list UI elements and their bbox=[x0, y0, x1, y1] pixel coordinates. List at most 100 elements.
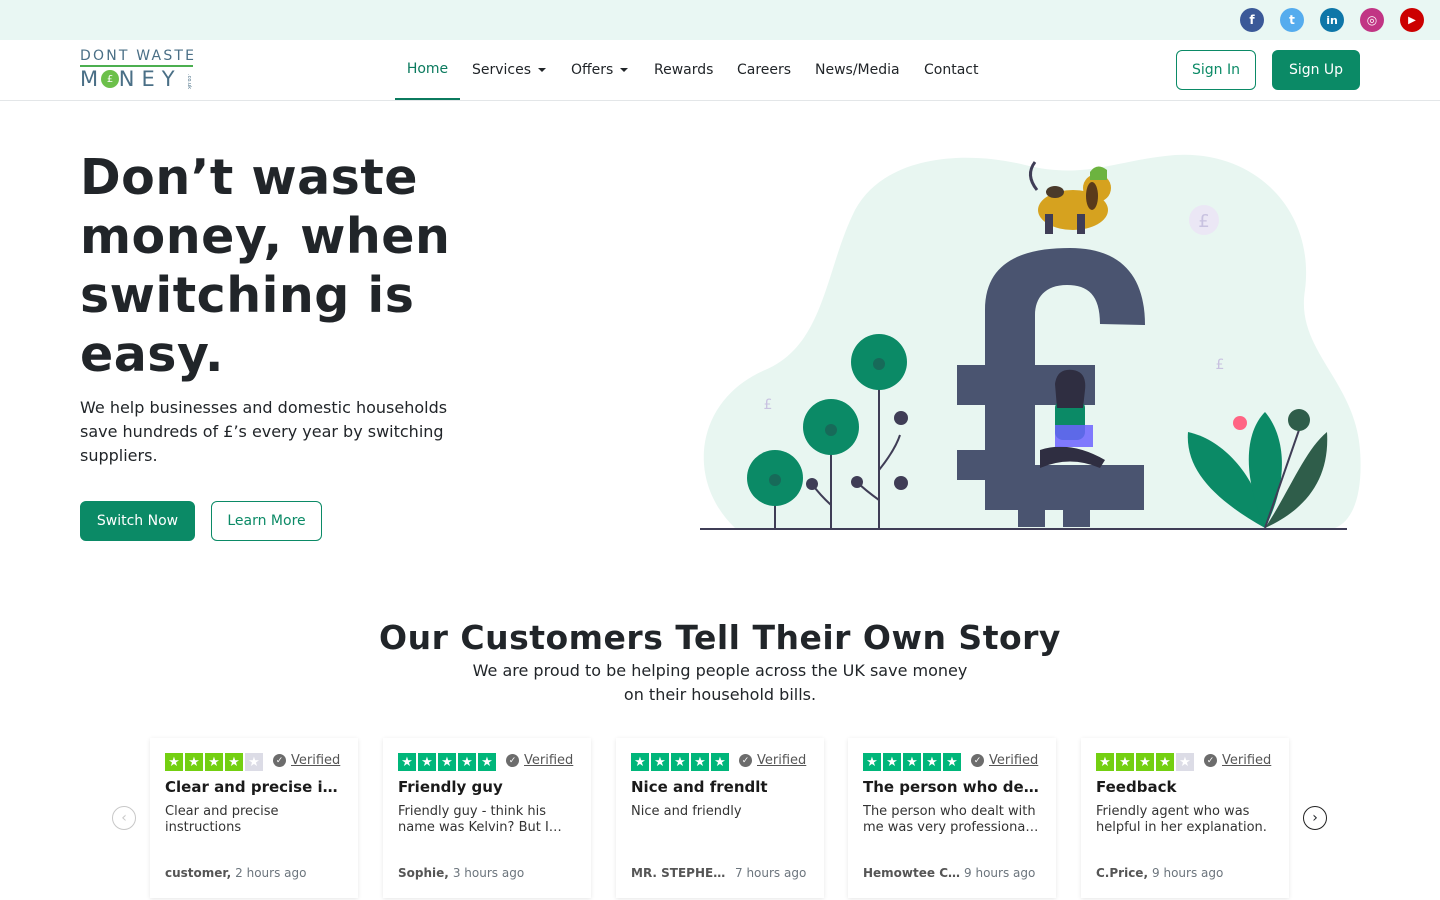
nav-home[interactable]: Home bbox=[395, 40, 460, 100]
nav-contact[interactable]: Contact bbox=[924, 40, 978, 100]
verified-badge: ✓ Verified bbox=[1204, 753, 1271, 768]
pound-coin-icon: £ bbox=[101, 70, 119, 88]
verified-link[interactable]: Verified bbox=[1222, 753, 1271, 768]
check-icon: ✓ bbox=[1204, 754, 1217, 767]
star-filled-icon: ★ bbox=[1096, 753, 1114, 771]
star-filled-icon: ★ bbox=[165, 753, 183, 771]
learn-more-button[interactable]: Learn More bbox=[211, 501, 322, 541]
star-filled-icon: ★ bbox=[458, 753, 476, 771]
chevron-down-icon bbox=[620, 68, 629, 72]
review-card[interactable]: ★ ★ ★ ★ ★ ✓ Verified Clear and precise in… Cl… bbox=[150, 738, 358, 898]
review-time: 9 hours ago bbox=[964, 866, 1036, 880]
site-logo[interactable]: DONT WASTE M NEY £ .co.uk bbox=[80, 48, 196, 92]
chevron-down-icon bbox=[538, 68, 547, 72]
nav-services-label: Services bbox=[472, 62, 532, 78]
check-icon: ✓ bbox=[273, 754, 286, 767]
review-title: Nice and frendlt bbox=[631, 778, 768, 796]
sign-in-button[interactable]: Sign In bbox=[1176, 50, 1256, 90]
coin-icon: £ bbox=[1216, 357, 1225, 373]
testimonials-subtitle: We are proud to be helping people across… bbox=[472, 661, 968, 704]
facebook-icon[interactable]: f bbox=[1240, 8, 1264, 32]
verified-link[interactable]: Verified bbox=[524, 753, 573, 768]
star-filled-icon: ★ bbox=[225, 753, 243, 771]
star-rating: ★ ★ ★ ★ ★ bbox=[165, 753, 263, 771]
nav-home-label: Home bbox=[406, 61, 449, 77]
sign-up-button[interactable]: Sign Up bbox=[1272, 50, 1360, 90]
star-filled-icon: ★ bbox=[1116, 753, 1134, 771]
review-author: customer, bbox=[165, 866, 232, 880]
review-card[interactable]: ★ ★ ★ ★ ★ ✓ Verified Nice and frendlt Nice an… bbox=[616, 738, 824, 898]
logo-line-2: M NEY bbox=[80, 67, 182, 91]
star-rating: ★ ★ ★ ★ ★ bbox=[631, 753, 729, 771]
review-footer: Sophie, 3 hours ago bbox=[398, 866, 580, 880]
star-filled-icon: ★ bbox=[1136, 753, 1154, 771]
check-icon: ✓ bbox=[739, 754, 752, 767]
star-empty-icon: ★ bbox=[245, 753, 263, 771]
review-body: Nice and friendly bbox=[631, 804, 742, 819]
review-footer: MR. STEPHEN… 7 hours ago bbox=[631, 866, 813, 880]
review-author: Hemowtee C… bbox=[863, 866, 961, 880]
review-author: MR. STEPHEN… bbox=[631, 866, 731, 880]
hero-illustration: £ £ £ bbox=[700, 154, 1361, 530]
nav-services[interactable]: Services bbox=[472, 40, 547, 100]
hero-subtitle: We help businesses and domestic househol… bbox=[80, 398, 448, 465]
review-time: 2 hours ago bbox=[235, 866, 307, 880]
check-icon: ✓ bbox=[971, 754, 984, 767]
nav-offers-label: Offers bbox=[571, 62, 614, 78]
star-filled-icon: ★ bbox=[883, 753, 901, 771]
star-filled-icon: ★ bbox=[903, 753, 921, 771]
carousel-prev-button[interactable]: ‹ bbox=[112, 806, 136, 830]
star-rating: ★ ★ ★ ★ ★ bbox=[1096, 753, 1194, 771]
testimonials-title: Our Customers Tell Their Own Story bbox=[379, 618, 1061, 657]
verified-link[interactable]: Verified bbox=[757, 753, 806, 768]
hero-title: Don’t waste money, when switching is eas… bbox=[80, 149, 451, 383]
star-filled-icon: ★ bbox=[478, 753, 496, 771]
review-time: 7 hours ago bbox=[735, 866, 807, 880]
verified-badge: ✓ Verified bbox=[971, 753, 1038, 768]
star-filled-icon: ★ bbox=[711, 753, 729, 771]
verified-badge: ✓ Verified bbox=[739, 753, 806, 768]
nav-news-media[interactable]: News/Media bbox=[815, 40, 900, 100]
star-empty-icon: ★ bbox=[1176, 753, 1194, 771]
coin-icon: £ bbox=[764, 397, 773, 413]
nav-careers[interactable]: Careers bbox=[737, 40, 791, 100]
nav-rewards[interactable]: Rewards bbox=[654, 40, 713, 100]
review-body: Friendly guy - think his name was Kelvin… bbox=[398, 804, 562, 835]
logo-line-1: DONT WASTE bbox=[80, 48, 197, 64]
review-body: Friendly agent who was helpful in her ex… bbox=[1096, 804, 1267, 835]
linkedin-icon[interactable]: in bbox=[1320, 8, 1344, 32]
verified-badge: ✓ Verified bbox=[506, 753, 573, 768]
logo-domain: .co.uk bbox=[186, 74, 192, 89]
twitter-icon[interactable]: t bbox=[1280, 8, 1304, 32]
review-title: Friendly guy bbox=[398, 778, 503, 796]
main-navbar: DONT WASTE M NEY £ .co.uk Home Services … bbox=[0, 40, 1440, 101]
verified-link[interactable]: Verified bbox=[989, 753, 1038, 768]
switch-now-button[interactable]: Switch Now bbox=[80, 501, 195, 541]
star-filled-icon: ★ bbox=[671, 753, 689, 771]
review-footer: customer, 2 hours ago bbox=[165, 866, 347, 880]
star-rating: ★ ★ ★ ★ ★ bbox=[863, 753, 961, 771]
star-filled-icon: ★ bbox=[943, 753, 961, 771]
review-title: Clear and precise in… bbox=[165, 778, 345, 796]
star-filled-icon: ★ bbox=[631, 753, 649, 771]
youtube-icon[interactable]: ▶ bbox=[1400, 8, 1424, 32]
nav-rewards-label: Rewards bbox=[654, 62, 714, 78]
nav-offers[interactable]: Offers bbox=[571, 40, 629, 100]
review-card[interactable]: ★ ★ ★ ★ ★ ✓ Verified The person who deal… The… bbox=[848, 738, 1056, 898]
review-title: The person who deal… bbox=[863, 778, 1043, 796]
nav-news-media-label: News/Media bbox=[815, 62, 900, 78]
review-footer: Hemowtee C… 9 hours ago bbox=[863, 866, 1045, 880]
review-card[interactable]: ★ ★ ★ ★ ★ ✓ Verified Friendly guy Friendly gu… bbox=[383, 738, 591, 898]
star-filled-icon: ★ bbox=[418, 753, 436, 771]
nav-careers-label: Careers bbox=[737, 62, 792, 78]
review-time: 3 hours ago bbox=[452, 866, 525, 880]
verified-link[interactable]: Verified bbox=[291, 753, 340, 768]
verified-badge: ✓ Verified bbox=[273, 753, 340, 768]
star-filled-icon: ★ bbox=[185, 753, 203, 771]
carousel-next-button[interactable]: › bbox=[1303, 806, 1327, 830]
check-icon: ✓ bbox=[506, 754, 519, 767]
review-time: 9 hours ago bbox=[1152, 866, 1224, 880]
review-card[interactable]: ★ ★ ★ ★ ★ ✓ Verified Feedback Friendly agent … bbox=[1081, 738, 1289, 898]
instagram-icon[interactable]: ◎ bbox=[1360, 8, 1384, 32]
chevron-right-icon: › bbox=[1312, 810, 1318, 826]
